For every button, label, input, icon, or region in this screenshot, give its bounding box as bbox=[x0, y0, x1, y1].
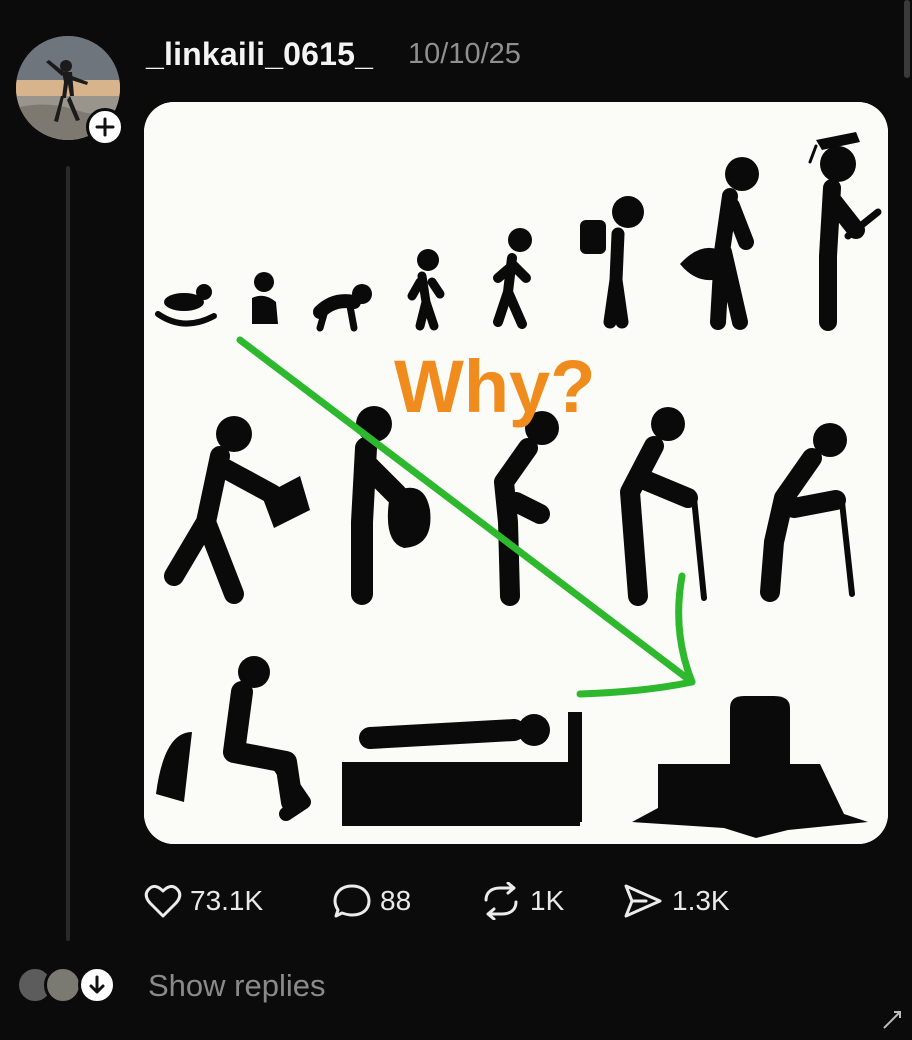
repost-button[interactable]: 1K bbox=[480, 876, 564, 926]
like-button[interactable]: 73.1K bbox=[144, 876, 263, 926]
follow-button[interactable] bbox=[86, 108, 124, 146]
image-why-text: Why? bbox=[394, 345, 595, 428]
plus-icon bbox=[95, 117, 115, 137]
heart-icon bbox=[144, 884, 182, 918]
repost-count: 1K bbox=[530, 885, 565, 916]
share-count: 1.3K bbox=[672, 885, 730, 916]
post-image[interactable]: Why? bbox=[144, 102, 888, 844]
post-actions: 73.1K 88 1K 1.3K bbox=[144, 876, 864, 926]
post-timestamp: 10/10/25 bbox=[408, 38, 521, 70]
thread-line bbox=[66, 166, 70, 941]
reply-avatar bbox=[44, 966, 82, 1004]
comment-bubble-icon bbox=[333, 884, 371, 918]
watermark-icon bbox=[883, 1011, 901, 1029]
comment-button[interactable]: 88 bbox=[332, 876, 411, 926]
arrow-down-icon bbox=[89, 975, 105, 994]
comment-count: 88 bbox=[380, 885, 412, 916]
scrollbar[interactable] bbox=[904, 0, 910, 78]
author-username[interactable]: _linkaili_0615_ bbox=[146, 36, 373, 73]
show-replies-row[interactable]: Show replies bbox=[16, 962, 416, 1010]
repost-icon bbox=[484, 882, 518, 920]
send-icon bbox=[624, 884, 662, 918]
like-count: 73.1K bbox=[190, 885, 264, 916]
show-replies-label[interactable]: Show replies bbox=[148, 968, 325, 1004]
share-button[interactable]: 1.3K bbox=[622, 876, 730, 926]
expand-replies-button[interactable] bbox=[78, 966, 116, 1004]
